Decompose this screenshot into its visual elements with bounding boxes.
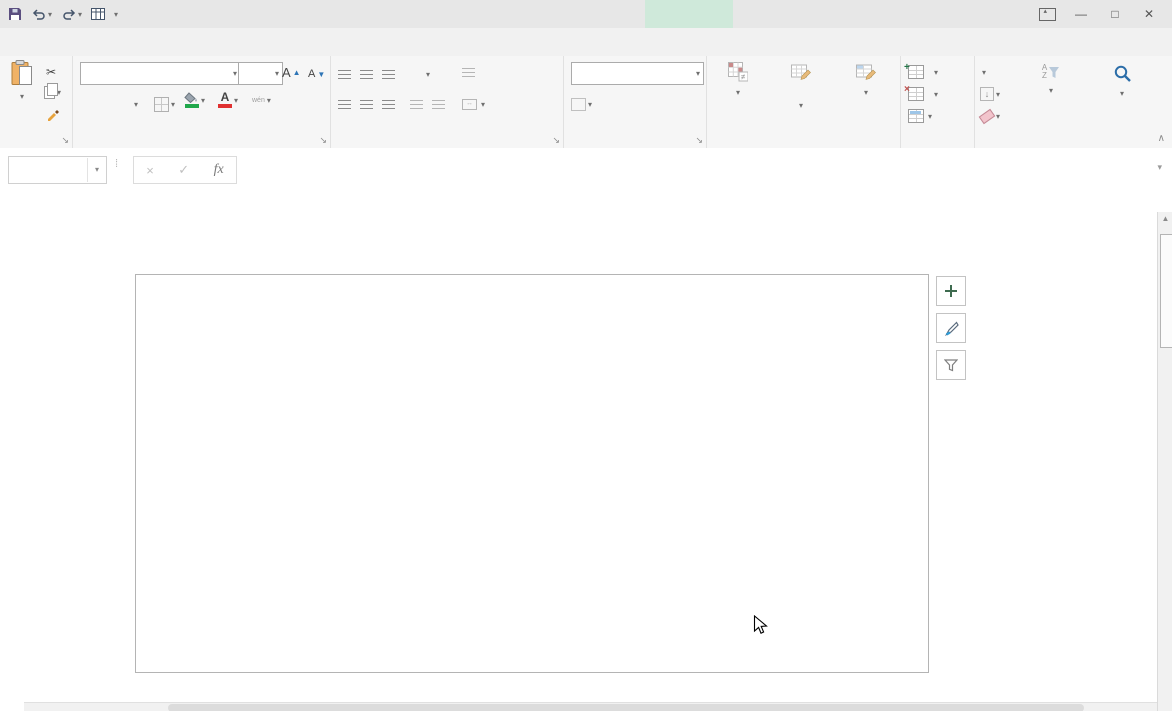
insert-function-icon[interactable]: fx <box>214 162 224 178</box>
orientation-icon[interactable] <box>406 64 419 79</box>
magnifier-icon <box>1113 64 1132 83</box>
formula-buttons: × ✓ fx <box>133 156 237 184</box>
svg-text:≠: ≠ <box>741 73 746 82</box>
enter-icon[interactable]: ✓ <box>178 162 189 178</box>
chart-elements-button[interactable] <box>936 276 966 306</box>
increase-indent-icon[interactable] <box>432 94 445 114</box>
horizontal-scrollbar-thumb[interactable] <box>168 704 1084 711</box>
merge-center-button[interactable]: ↔ ▾ <box>462 94 485 114</box>
redo-icon[interactable]: ▾ <box>61 8 82 21</box>
orientation-dropdown-icon[interactable]: ▾ <box>426 64 430 84</box>
sort-filter-icon: AZ <box>1042 64 1060 80</box>
ribbon-tab-row <box>0 28 1172 57</box>
group-editing: ▾ ↓▾ ▾ AZ ▾ ▾ <box>974 56 1160 148</box>
clear-icon[interactable]: ▾ <box>980 106 1000 126</box>
group-styles: ≠ ▾ ▾ ▾ <box>706 56 901 148</box>
align-center-icon[interactable] <box>360 94 373 114</box>
brush-icon <box>944 321 959 336</box>
collapse-ribbon-icon[interactable]: ∧ <box>1158 133 1165 144</box>
increase-font-icon[interactable]: A▲ <box>282 62 301 82</box>
formula-bar: ▾ ⁞ × ✓ fx ▾ <box>0 148 1172 213</box>
chart-styles-button[interactable] <box>936 313 966 343</box>
cell-styles-button[interactable]: ▾ <box>834 62 898 99</box>
format-as-table-icon <box>791 62 811 82</box>
autosum-icon[interactable]: ▾ <box>980 62 986 82</box>
ribbon: ▾ ✂ ▾ ↘ ▾ ▾ A▲ A▼ ▾ ▾ ▾ A <box>0 56 1172 149</box>
find-select-button[interactable]: ▾ <box>1088 64 1156 100</box>
format-painter-icon[interactable] <box>46 104 60 124</box>
insert-cells-button[interactable]: ▾ <box>908 62 938 82</box>
minimize-icon[interactable]: — <box>1064 0 1098 28</box>
sort-filter-button[interactable]: AZ ▾ <box>1018 64 1084 97</box>
excel-window: ▾ ▾ ▾ — □ ✕ ▾ ✂ <box>0 0 1172 711</box>
cancel-icon[interactable]: × <box>146 163 154 178</box>
save-icon[interactable] <box>8 7 22 21</box>
paste-icon <box>11 60 33 86</box>
funnel-icon <box>944 359 958 372</box>
cut-icon[interactable]: ✂ <box>46 62 56 82</box>
formula-input[interactable] <box>237 156 1142 182</box>
chart-filters-button[interactable] <box>936 350 966 380</box>
maximize-icon[interactable]: □ <box>1098 0 1132 28</box>
font-name-combo[interactable]: ▾ <box>80 62 241 85</box>
font-color-icon[interactable]: A▾ <box>218 90 238 110</box>
table-icon[interactable] <box>91 8 105 20</box>
formula-bar-divider: ⁞ <box>115 158 118 170</box>
alignment-dialog-launcher-icon[interactable]: ↘ <box>552 136 560 145</box>
borders-icon[interactable]: ▾ <box>154 94 175 114</box>
mouse-cursor <box>753 615 768 641</box>
chart-4[interactable] <box>135 274 929 673</box>
format-cells-button[interactable]: ▾ <box>908 106 932 126</box>
window-controls: — □ ✕ <box>1030 0 1166 28</box>
name-box[interactable]: ▾ <box>8 156 107 184</box>
fill-color-icon[interactable]: ▾ <box>184 90 205 110</box>
number-format-combo[interactable]: ▾ <box>571 62 704 85</box>
conditional-formatting-icon: ≠ <box>728 62 748 82</box>
vertical-scrollbar[interactable]: ▲ <box>1157 212 1172 711</box>
clipboard-dialog-launcher-icon[interactable]: ↘ <box>61 136 69 145</box>
quick-access-toolbar: ▾ ▾ ▾ <box>8 0 118 28</box>
align-middle-icon[interactable] <box>360 64 373 84</box>
vertical-scrollbar-thumb[interactable] <box>1160 234 1172 348</box>
copy-icon[interactable]: ▾ <box>44 82 61 102</box>
align-top-icon[interactable] <box>338 64 351 84</box>
delete-cells-button[interactable]: ▾ <box>908 84 938 104</box>
cell-styles-icon <box>856 62 876 82</box>
close-icon[interactable]: ✕ <box>1132 0 1166 28</box>
fill-icon[interactable]: ↓▾ <box>980 84 1000 104</box>
group-clipboard: ▾ ✂ ▾ ↘ <box>0 56 73 148</box>
group-alignment: ▾ ↔ ▾ ↘ <box>330 56 564 148</box>
horizontal-scrollbar[interactable] <box>24 702 1157 711</box>
chart-tools-chip <box>645 0 733 28</box>
decrease-indent-icon[interactable] <box>410 94 423 114</box>
align-bottom-icon[interactable] <box>382 64 395 84</box>
customize-qat-icon[interactable]: ▾ <box>114 10 118 19</box>
font-size-combo[interactable]: ▾ <box>238 62 283 85</box>
scroll-up-icon[interactable]: ▲ <box>1158 214 1172 223</box>
group-cells: ▾ ▾ ▾ <box>900 56 975 148</box>
window-title <box>240 0 570 28</box>
font-dialog-launcher-icon[interactable]: ↘ <box>319 136 327 145</box>
title-bar: ▾ ▾ ▾ — □ ✕ <box>0 0 1172 28</box>
format-as-table-button[interactable]: ▾ <box>770 62 832 112</box>
wrap-text-button[interactable] <box>462 62 477 82</box>
accounting-format-icon[interactable]: ▾ <box>571 94 592 114</box>
group-number: ▾ ▾ ↘ <box>563 56 707 148</box>
conditional-formatting-button[interactable]: ≠ ▾ <box>708 62 768 99</box>
plus-icon <box>944 284 958 298</box>
group-font: ▾ ▾ A▲ A▼ ▾ ▾ ▾ A▾ wén▾ ↘ <box>72 56 331 148</box>
underline-dropdown-icon[interactable]: ▾ <box>134 94 138 114</box>
paste-button[interactable]: ▾ <box>4 60 40 103</box>
align-left-icon[interactable] <box>338 94 351 114</box>
number-dialog-launcher-icon[interactable]: ↘ <box>695 136 703 145</box>
ribbon-display-options-icon[interactable] <box>1030 0 1064 28</box>
formula-bar-expand-icon[interactable]: ▾ <box>1157 162 1162 173</box>
name-box-dropdown-icon[interactable]: ▾ <box>87 158 106 182</box>
undo-icon[interactable]: ▾ <box>31 8 52 21</box>
phonetic-guide-icon[interactable]: wén▾ <box>252 90 271 110</box>
align-right-icon[interactable] <box>382 94 395 114</box>
decrease-font-icon[interactable]: A▼ <box>308 64 325 84</box>
